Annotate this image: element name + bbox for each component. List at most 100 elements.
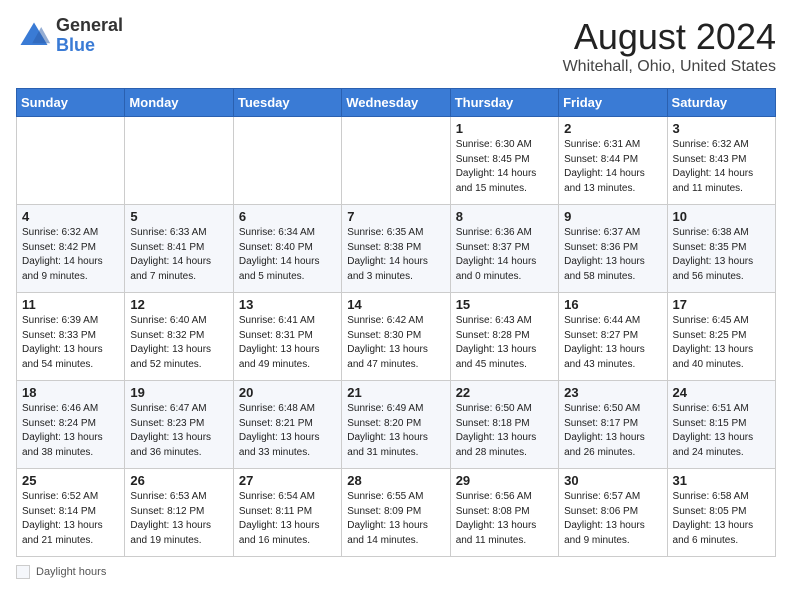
day-number: 3 [673,121,770,136]
day-number: 26 [130,473,227,488]
logo-blue-text: Blue [56,35,95,55]
day-number: 16 [564,297,661,312]
header-day: Wednesday [342,89,450,117]
day-number: 20 [239,385,336,400]
day-info: Sunrise: 6:54 AM Sunset: 8:11 PM Dayligh… [239,490,336,548]
day-info: Sunrise: 6:40 AM Sunset: 8:32 PM Dayligh… [130,314,227,372]
calendar-cell: 6 Sunrise: 6:34 AM Sunset: 8:40 PM Daylig… [233,205,341,293]
day-info: Sunrise: 6:58 AM Sunset: 8:05 PM Dayligh… [673,490,770,548]
calendar-week-row: 25 Sunrise: 6:52 AM Sunset: 8:14 PM Dayli… [17,469,776,557]
calendar-cell [17,117,125,205]
calendar-cell: 1 Sunrise: 6:30 AM Sunset: 8:45 PM Daylig… [450,117,558,205]
day-number: 5 [130,209,227,224]
day-number: 15 [456,297,553,312]
day-info: Sunrise: 6:32 AM Sunset: 8:43 PM Dayligh… [673,138,770,196]
calendar-footer: Daylight hours [16,565,776,579]
calendar-week-row: 11 Sunrise: 6:39 AM Sunset: 8:33 PM Dayli… [17,293,776,381]
day-info: Sunrise: 6:43 AM Sunset: 8:28 PM Dayligh… [456,314,553,372]
calendar-cell: 17Sunrise: 6:45 AM Sunset: 8:25 PM Dayli… [667,293,775,381]
day-info: Sunrise: 6:30 AM Sunset: 8:45 PM Dayligh… [456,138,553,196]
header-day: Saturday [667,89,775,117]
day-number: 18 [22,385,119,400]
day-info: Sunrise: 6:37 AM Sunset: 8:36 PM Dayligh… [564,226,661,284]
calendar-cell: 27 Sunrise: 6:54 AM Sunset: 8:11 PM Dayli… [233,469,341,557]
day-number: 21 [347,385,444,400]
day-info: Sunrise: 6:42 AM Sunset: 8:30 PM Dayligh… [347,314,444,372]
day-info: Sunrise: 6:57 AM Sunset: 8:06 PM Dayligh… [564,490,661,548]
calendar-cell: 28 Sunrise: 6:55 AM Sunset: 8:09 PM Dayli… [342,469,450,557]
day-info: Sunrise: 6:39 AM Sunset: 8:33 PM Dayligh… [22,314,119,372]
calendar-cell: 10 Sunrise: 6:38 AM Sunset: 8:35 PM Dayli… [667,205,775,293]
calendar-cell: 23Sunrise: 6:50 AM Sunset: 8:17 PM Dayli… [559,381,667,469]
day-info: Sunrise: 6:34 AM Sunset: 8:40 PM Dayligh… [239,226,336,284]
subtitle: Whitehall, Ohio, United States [563,58,776,76]
legend-box [16,565,30,579]
day-info: Sunrise: 6:49 AM Sunset: 8:20 PM Dayligh… [347,402,444,460]
day-number: 14 [347,297,444,312]
calendar-cell: 25 Sunrise: 6:52 AM Sunset: 8:14 PM Dayli… [17,469,125,557]
calendar-cell: 22 Sunrise: 6:50 AM Sunset: 8:18 PM Dayli… [450,381,558,469]
day-number: 8 [456,209,553,224]
day-number: 13 [239,297,336,312]
day-number: 10 [673,209,770,224]
day-number: 9 [564,209,661,224]
day-number: 6 [239,209,336,224]
calendar-cell: 15 Sunrise: 6:43 AM Sunset: 8:28 PM Dayli… [450,293,558,381]
header-day: Monday [125,89,233,117]
day-number: 11 [22,297,119,312]
calendar-cell: 31Sunrise: 6:58 AM Sunset: 8:05 PM Dayli… [667,469,775,557]
calendar-cell [342,117,450,205]
calendar-week-row: 1 Sunrise: 6:30 AM Sunset: 8:45 PM Daylig… [17,117,776,205]
calendar-cell: 19 Sunrise: 6:47 AM Sunset: 8:23 PM Dayli… [125,381,233,469]
day-number: 4 [22,209,119,224]
day-number: 30 [564,473,661,488]
day-info: Sunrise: 6:35 AM Sunset: 8:38 PM Dayligh… [347,226,444,284]
day-info: Sunrise: 6:50 AM Sunset: 8:18 PM Dayligh… [456,402,553,460]
day-number: 7 [347,209,444,224]
legend-label: Daylight hours [36,566,106,578]
day-number: 22 [456,385,553,400]
day-info: Sunrise: 6:53 AM Sunset: 8:12 PM Dayligh… [130,490,227,548]
day-number: 27 [239,473,336,488]
day-number: 28 [347,473,444,488]
calendar-cell: 8 Sunrise: 6:36 AM Sunset: 8:37 PM Daylig… [450,205,558,293]
day-number: 25 [22,473,119,488]
header-day: Friday [559,89,667,117]
calendar-cell: 3 Sunrise: 6:32 AM Sunset: 8:43 PM Daylig… [667,117,775,205]
calendar-cell: 29Sunrise: 6:56 AM Sunset: 8:08 PM Dayli… [450,469,558,557]
title-block: August 2024 Whitehall, Ohio, United Stat… [563,16,776,76]
calendar-cell: 16Sunrise: 6:44 AM Sunset: 8:27 PM Dayli… [559,293,667,381]
day-info: Sunrise: 6:48 AM Sunset: 8:21 PM Dayligh… [239,402,336,460]
day-info: Sunrise: 6:51 AM Sunset: 8:15 PM Dayligh… [673,402,770,460]
calendar-cell: 11 Sunrise: 6:39 AM Sunset: 8:33 PM Dayli… [17,293,125,381]
calendar-cell [233,117,341,205]
calendar-cell: 26 Sunrise: 6:53 AM Sunset: 8:12 PM Dayli… [125,469,233,557]
header-day: Tuesday [233,89,341,117]
day-number: 19 [130,385,227,400]
day-info: Sunrise: 6:32 AM Sunset: 8:42 PM Dayligh… [22,226,119,284]
header-day: Sunday [17,89,125,117]
day-info: Sunrise: 6:36 AM Sunset: 8:37 PM Dayligh… [456,226,553,284]
calendar-cell: 20 Sunrise: 6:48 AM Sunset: 8:21 PM Dayli… [233,381,341,469]
day-info: Sunrise: 6:45 AM Sunset: 8:25 PM Dayligh… [673,314,770,372]
calendar-cell: 24Sunrise: 6:51 AM Sunset: 8:15 PM Dayli… [667,381,775,469]
calendar-cell: 21 Sunrise: 6:49 AM Sunset: 8:20 PM Dayli… [342,381,450,469]
day-number: 2 [564,121,661,136]
day-info: Sunrise: 6:52 AM Sunset: 8:14 PM Dayligh… [22,490,119,548]
day-number: 29 [456,473,553,488]
calendar-cell: 14 Sunrise: 6:42 AM Sunset: 8:30 PM Dayli… [342,293,450,381]
calendar-cell: 12Sunrise: 6:40 AM Sunset: 8:32 PM Dayli… [125,293,233,381]
logo-icon [16,18,52,54]
day-info: Sunrise: 6:31 AM Sunset: 8:44 PM Dayligh… [564,138,661,196]
calendar-cell [125,117,233,205]
calendar-week-row: 18Sunrise: 6:46 AM Sunset: 8:24 PM Dayli… [17,381,776,469]
calendar-cell: 13 Sunrise: 6:41 AM Sunset: 8:31 PM Dayli… [233,293,341,381]
day-info: Sunrise: 6:47 AM Sunset: 8:23 PM Dayligh… [130,402,227,460]
calendar-cell: 9 Sunrise: 6:37 AM Sunset: 8:36 PM Daylig… [559,205,667,293]
day-info: Sunrise: 6:55 AM Sunset: 8:09 PM Dayligh… [347,490,444,548]
day-number: 1 [456,121,553,136]
page-header: General Blue August 2024 Whitehall, Ohio… [16,16,776,76]
header-day: Thursday [450,89,558,117]
day-info: Sunrise: 6:38 AM Sunset: 8:35 PM Dayligh… [673,226,770,284]
day-info: Sunrise: 6:41 AM Sunset: 8:31 PM Dayligh… [239,314,336,372]
